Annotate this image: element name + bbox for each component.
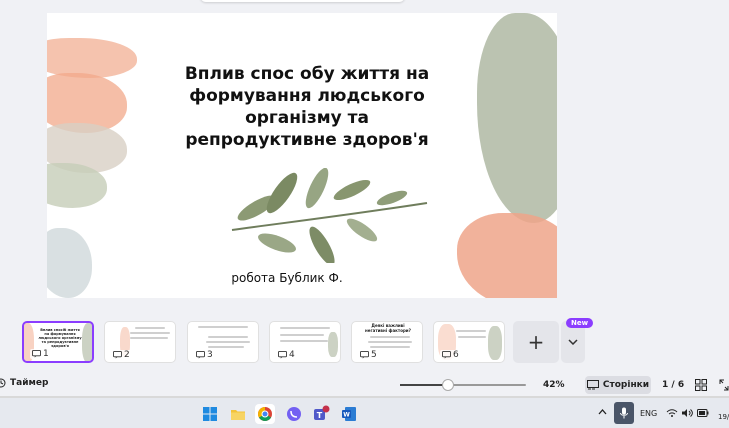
watercolor-right-green — [477, 13, 557, 223]
thumbnail-number: 4 — [276, 350, 297, 360]
thumbnail-number: 1 — [30, 349, 51, 359]
chevron-down-icon — [568, 339, 578, 345]
zoom-slider-handle[interactable] — [442, 379, 454, 391]
comment-icon — [442, 351, 451, 359]
language-indicator[interactable]: ENG — [640, 409, 657, 418]
word-icon[interactable]: W — [340, 405, 358, 423]
chevron-up-icon[interactable] — [598, 409, 607, 415]
battery-icon[interactable] — [697, 409, 709, 417]
thumbnail-page-5[interactable]: Деякі важливі негативні фактори? 5 — [351, 321, 423, 363]
viber-icon[interactable] — [285, 405, 303, 423]
thumbnail-heading: Деякі важливі негативні фактори? — [365, 323, 411, 333]
timer-icon — [0, 378, 6, 388]
thumbnail-number: 6 — [440, 350, 461, 360]
windows-start-icon[interactable] — [201, 405, 219, 423]
thumbnail-page-6[interactable]: 6 — [433, 321, 505, 363]
thumbnail-heading: Вплив спосіб життя на формування людсько… — [38, 328, 82, 348]
slide-canvas[interactable]: Вплив спос обу життя на формування людсь… — [47, 13, 557, 298]
volume-icon[interactable] — [681, 408, 693, 418]
bottom-controls: Таймер 42% Сторінки 1 / 6 — [0, 375, 729, 395]
watercolor-left-top — [47, 38, 137, 78]
thumbnail-page-4[interactable]: 4 — [269, 321, 341, 363]
page-counter: 1 / 6 — [662, 380, 685, 390]
thumbnail-page-2[interactable]: 2 — [104, 321, 176, 363]
page-thumbnails: Вплив спосіб життя на формування людсько… — [0, 318, 729, 363]
timer-button[interactable]: Таймер — [0, 378, 48, 388]
thumbnail-number: 2 — [111, 350, 132, 360]
chrome-app-button[interactable] — [255, 404, 275, 424]
teams-app-button[interactable]: T — [312, 405, 330, 423]
wifi-icon[interactable] — [666, 408, 678, 418]
svg-text:T: T — [317, 411, 323, 420]
thumbnail-number: 5 — [358, 350, 379, 360]
comment-icon — [278, 351, 287, 359]
chrome-icon — [258, 407, 272, 421]
zoom-slider[interactable] — [400, 379, 526, 391]
pages-icon — [586, 380, 599, 390]
slide-author: робота Бублик Ф. — [231, 271, 343, 285]
comment-icon — [196, 351, 205, 359]
slide-title: Вплив спос обу життя на формування людсь… — [184, 64, 430, 150]
comment-icon — [360, 351, 369, 359]
clock-date[interactable]: 19/ — [718, 413, 729, 421]
windows-taskbar: T W ENG 19/ — [0, 396, 729, 428]
fullscreen-icon[interactable] — [719, 379, 729, 391]
thumbnail-number: 3 — [194, 350, 215, 360]
watercolor-right-peach — [457, 213, 557, 298]
teams-icon: T — [314, 405, 330, 420]
watercolor-left-bottom — [47, 228, 92, 298]
timer-label: Таймер — [10, 378, 49, 388]
zoom-level[interactable]: 42% — [543, 380, 565, 390]
comment-icon — [32, 350, 41, 358]
svg-text:W: W — [343, 412, 350, 419]
microphone-button[interactable] — [614, 402, 634, 424]
thumbnail-page-1[interactable]: Вплив спосіб життя на формування людсько… — [22, 321, 94, 363]
microphone-icon — [620, 407, 628, 419]
thumbnail-page-3[interactable]: 3 — [187, 321, 259, 363]
add-page-button[interactable]: + — [513, 321, 559, 363]
file-explorer-icon[interactable] — [229, 405, 247, 423]
pages-button[interactable]: Сторінки — [585, 376, 651, 394]
new-badge: New — [566, 318, 594, 328]
leaf-branch-illustration — [231, 168, 428, 263]
grid-view-icon[interactable] — [695, 379, 707, 391]
comment-icon — [113, 351, 122, 359]
top-pill — [200, 0, 405, 2]
